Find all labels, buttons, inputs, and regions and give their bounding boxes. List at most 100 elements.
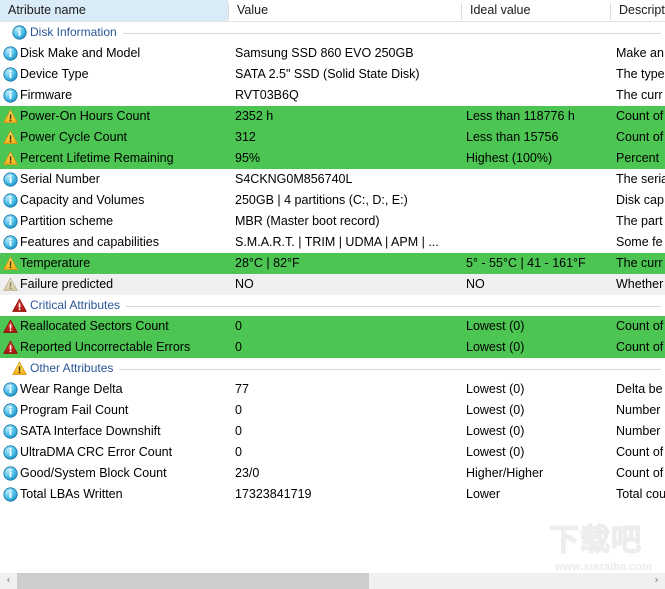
cell-attribute-name: Total LBAs Written (20, 487, 123, 501)
cell-value: 250GB | 4 partitions (C:, D:, E:) (235, 193, 408, 207)
section-header-label: Disk Information (30, 25, 117, 39)
info-icon (3, 88, 18, 103)
table-row[interactable]: Partition scheme MBR (Master boot record)… (0, 211, 665, 232)
section-header-label: Critical Attributes (30, 298, 121, 312)
column-header-ideal-value[interactable]: Ideal value (462, 0, 610, 21)
cell-attribute-name: Temperature (20, 256, 91, 270)
column-header-description[interactable]: Descript (611, 0, 665, 21)
cell-ideal-value (466, 190, 611, 211)
cell-ideal-value: Less than 118776 h (466, 109, 575, 123)
cell-ideal-value (466, 64, 611, 85)
cell-attribute-name: UltraDMA CRC Error Count (20, 445, 173, 459)
section-header-disk-information: Disk Information (0, 22, 665, 43)
table-row[interactable]: UltraDMA CRC Error Count 0 Lowest (0) Count… (0, 442, 665, 463)
cell-attribute-name: Disk Make and Model (20, 46, 141, 60)
cell-attribute-name: Wear Range Delta (20, 382, 123, 396)
cell-value: S.M.A.R.T. | TRIM | UDMA | APM | ... (235, 235, 439, 249)
section-header-other-attributes: Other Attributes (0, 358, 665, 379)
cell-description: Count of (616, 466, 664, 480)
cell-ideal-value: Lowest (0) (466, 382, 525, 396)
table-row[interactable]: Reported Uncorrectable Errors 0 Lowest (0)… (0, 337, 665, 358)
cell-value: 28°C | 82°F (235, 256, 300, 270)
attributes-list[interactable]: Disk Information Disk Make and Model Samsu… (0, 22, 665, 567)
cell-value: 0 (235, 319, 242, 333)
table-row[interactable]: Features and capabilities S.M.A.R.T. | TR… (0, 232, 665, 253)
column-header-row: Atribute name Value Ideal value Descript (0, 0, 665, 22)
scroll-left-arrow-icon[interactable]: ‹ (0, 573, 17, 589)
cell-description: Number (616, 424, 661, 438)
cell-description: Count of (616, 445, 664, 459)
cell-attribute-name: Program Fail Count (20, 403, 129, 417)
info-icon (12, 25, 27, 40)
column-header-value[interactable]: Value (229, 0, 461, 21)
cell-attribute-name: Firmware (20, 88, 73, 102)
info-icon (3, 487, 18, 502)
scroll-right-arrow-icon[interactable]: › (648, 573, 665, 589)
scrollbar-thumb[interactable] (17, 573, 369, 589)
cell-attribute-name: Reallocated Sectors Count (20, 319, 169, 333)
cell-description: Percent (616, 151, 660, 165)
cell-value: S4CKNG0M856740L (235, 172, 353, 186)
cell-description: The part (616, 214, 663, 228)
warning-icon (3, 109, 18, 124)
cell-description: Disk cap (616, 193, 664, 207)
cell-ideal-value (466, 169, 611, 190)
cell-value: 17323841719 (235, 487, 312, 501)
section-header-critical-attributes: Critical Attributes (0, 295, 665, 316)
horizontal-scrollbar[interactable]: ‹ › (0, 572, 665, 589)
cell-attribute-name: Device Type (20, 67, 89, 81)
cell-description: Whether (616, 277, 664, 291)
info-icon (3, 403, 18, 418)
cell-attribute-name: Capacity and Volumes (20, 193, 145, 207)
section-header-label: Other Attributes (30, 361, 114, 375)
table-row[interactable]: Power-On Hours Count 2352 h Less than 1187… (0, 106, 665, 127)
cell-attribute-name: Serial Number (20, 172, 100, 186)
cell-attribute-name: SATA Interface Downshift (20, 424, 161, 438)
table-row[interactable]: Serial Number S4CKNG0M856740L The seria (0, 169, 665, 190)
table-row[interactable]: Firmware RVT03B6Q The curr (0, 85, 665, 106)
cell-ideal-value: NO (466, 277, 485, 291)
cell-value: 0 (235, 445, 242, 459)
section-divider (119, 369, 661, 370)
cell-attribute-name: Good/System Block Count (20, 466, 167, 480)
table-row[interactable]: Capacity and Volumes 250GB | 4 partitions… (0, 190, 665, 211)
info-icon (3, 445, 18, 460)
table-row[interactable]: Good/System Block Count 23/0 Higher/Higher… (0, 463, 665, 484)
cell-description: Count of (616, 340, 664, 354)
cell-value: MBR (Master boot record) (235, 214, 380, 228)
section-divider (123, 33, 661, 34)
warning-icon (3, 256, 18, 271)
table-row[interactable]: Disk Make and Model Samsung SSD 860 EVO 2… (0, 43, 665, 64)
table-row[interactable]: Failure predicted NO NO Whether (0, 274, 665, 295)
cell-ideal-value (466, 85, 611, 106)
info-icon (3, 466, 18, 481)
cell-ideal-value: 5° - 55°C | 41 - 161°F (466, 256, 586, 270)
table-row[interactable]: Wear Range Delta 77 Lowest (0) Delta be (0, 379, 665, 400)
table-row[interactable]: Reallocated Sectors Count 0 Lowest (0) Coun… (0, 316, 665, 337)
info-icon (3, 382, 18, 397)
table-row[interactable]: Program Fail Count 0 Lowest (0) Number (0, 400, 665, 421)
critical-icon (3, 319, 18, 334)
table-row[interactable]: SATA Interface Downshift 0 Lowest (0) Numbe… (0, 421, 665, 442)
cell-attribute-name: Features and capabilities (20, 235, 159, 249)
column-header-attribute-name[interactable]: Atribute name (0, 0, 228, 21)
cell-value: 77 (235, 382, 249, 396)
cell-description: Count of (616, 130, 664, 144)
smart-attributes-window: Atribute name Value Ideal value Descript… (0, 0, 665, 589)
table-row[interactable]: Total LBAs Written 17323841719 Lower Total … (0, 484, 665, 505)
cell-ideal-value: Lowest (0) (466, 403, 525, 417)
cell-attribute-name: Partition scheme (20, 214, 114, 228)
cell-description: Delta be (616, 382, 663, 396)
critical-icon (12, 298, 27, 313)
table-row[interactable]: Temperature 28°C | 82°F 5° - 55°C | 41 - 1… (0, 253, 665, 274)
table-row[interactable]: Device Type SATA 2.5" SSD (Solid State Di… (0, 64, 665, 85)
cell-ideal-value: Higher/Higher (466, 466, 544, 480)
cell-ideal-value: Highest (100%) (466, 151, 553, 165)
table-row[interactable]: Percent Lifetime Remaining 95% Highest (10… (0, 148, 665, 169)
cell-description: Count of (616, 319, 664, 333)
critical-icon (3, 340, 18, 355)
cell-description: Total cou (616, 487, 665, 501)
table-row[interactable]: Power Cycle Count 312 Less than 15756 Count… (0, 127, 665, 148)
warning-icon (12, 361, 27, 376)
cell-ideal-value: Lowest (0) (466, 445, 525, 459)
